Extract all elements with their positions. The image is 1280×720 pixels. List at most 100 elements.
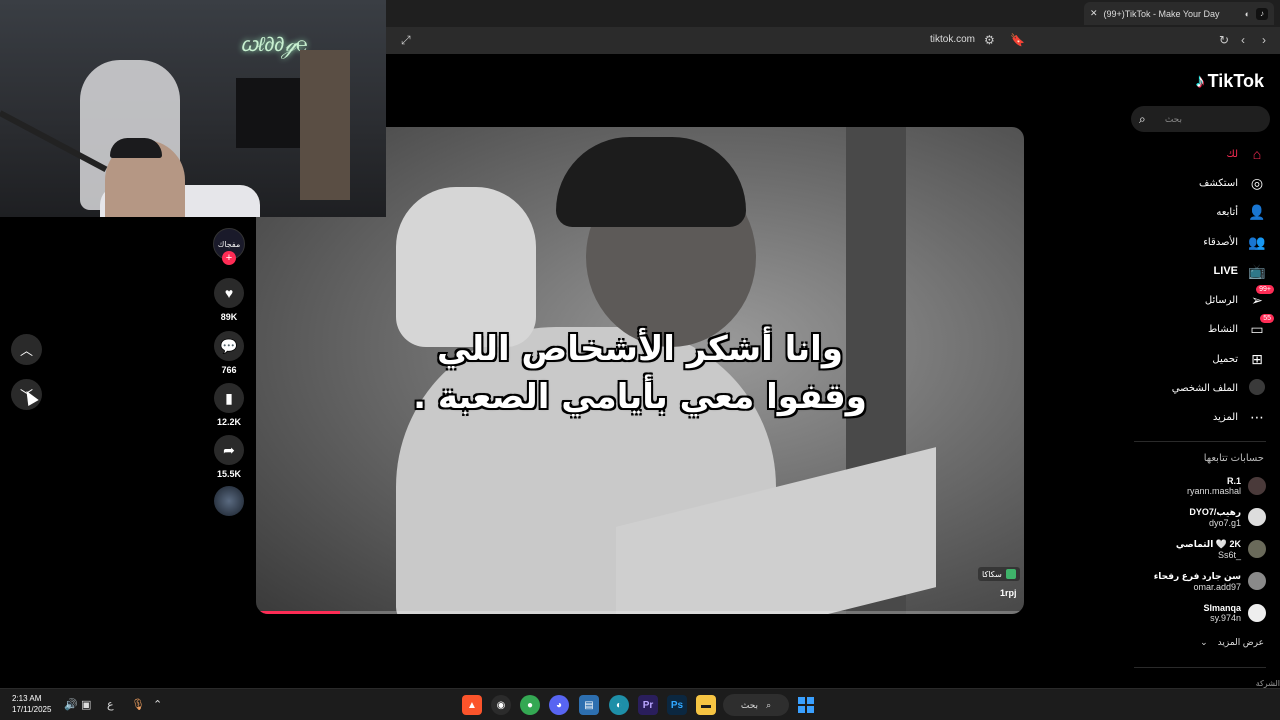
profile-icon — [1248, 378, 1266, 398]
video-progress-fill — [256, 611, 341, 614]
previous-video-button[interactable]: ︿ — [11, 334, 42, 365]
account-avatar — [1248, 604, 1266, 622]
followed-account[interactable]: R.1 ryann.mashal — [1126, 472, 1266, 500]
sidebar-divider — [1134, 667, 1266, 668]
nav-item-more[interactable]: ⋯ المزيد — [1128, 406, 1266, 428]
obs-icon[interactable]: ◉ — [491, 695, 511, 715]
account-name: Slmanqa — [1203, 603, 1241, 613]
tab-title: (99+)TikTok - Make Your Day — [1103, 8, 1220, 19]
video-progress-bar[interactable] — [256, 611, 1024, 614]
taskbar-search-label: بحث — [740, 699, 759, 710]
nav-label: المزيد — [1212, 411, 1238, 423]
nav-label: استكشف — [1199, 177, 1238, 189]
like-action[interactable]: ♥ 89K — [213, 278, 245, 322]
site-settings-icon[interactable]: ⚙ — [984, 33, 995, 47]
followed-account[interactable]: سن جارد فرع رفحاء omar.add97 — [1126, 567, 1266, 595]
nav-item-messages[interactable]: ➢ 99+ الرسائل — [1128, 284, 1274, 311]
nav-label: الملف الشخصي — [1171, 382, 1238, 394]
nav-label: LIVE — [1213, 265, 1238, 277]
chrome-icon[interactable]: ● — [520, 695, 540, 715]
microphone-icon[interactable]: 🎙 — [131, 698, 145, 711]
nav-item-profile[interactable]: الملف الشخصي — [1128, 377, 1266, 399]
tiktok-logo[interactable]: ♪ TikTok — [1196, 71, 1264, 92]
network-icon[interactable]: ▣ — [81, 698, 91, 711]
follow-plus-icon[interactable]: + — [222, 251, 236, 265]
webcam-tv — [236, 78, 308, 148]
nav-item-upload[interactable]: ⊞ تحميل — [1128, 348, 1266, 370]
screen: + ✕ (99+)TikTok - Make Your Day ◐ ♪ ⤢ ti… — [0, 0, 1280, 720]
desktop-app-icon[interactable]: ▤ — [579, 695, 599, 715]
following-section-title: حسابات تتابعها — [1203, 453, 1264, 464]
watermark-label: سكاكا — [982, 569, 1002, 579]
system-clock[interactable]: 2:13 AM 17/11/2025 — [12, 693, 51, 715]
nav-item-activity[interactable]: ▭ 55 النشاط — [1128, 313, 1274, 340]
back-icon[interactable]: ‹ — [1241, 33, 1245, 47]
forward-icon[interactable]: › — [1262, 33, 1266, 47]
comment-action[interactable]: 💬 766 — [213, 331, 245, 375]
discord-icon[interactable]: ◕ — [549, 695, 569, 715]
browser-tab[interactable]: ✕ (99+)TikTok - Make Your Day ◐ ♪ — [1084, 2, 1274, 25]
video-subject-hand — [396, 187, 536, 347]
windows-taskbar: 2:13 AM 17/11/2025 🔊 ▣ ع 🎙 ⌃ ▲ ◉ ● ◕ ▤ ◐… — [0, 688, 1280, 720]
windows-start-icon[interactable] — [798, 697, 814, 713]
input-language[interactable]: ع — [107, 698, 114, 711]
account-name: R.1 — [1226, 476, 1241, 486]
photoshop-icon[interactable]: Ps — [667, 695, 687, 715]
nav-item-for-you[interactable]: ⌂ لك — [1128, 143, 1266, 165]
followed-account[interactable]: 2K 🤍 التماصي _Ss6t — [1126, 535, 1266, 563]
nav-item-explore[interactable]: ◎ استكشف — [1128, 172, 1266, 194]
nav-label: أتابعه — [1216, 206, 1238, 218]
search-input[interactable]: بحث ⌕ — [1131, 106, 1270, 132]
following-icon: 👤 — [1248, 203, 1266, 220]
bookmark-action[interactable]: ▮ 12.2K — [213, 383, 245, 427]
url-text[interactable]: tiktok.com — [930, 34, 975, 45]
account-avatar — [1248, 572, 1266, 590]
brave-browser-icon[interactable]: ▲ — [462, 695, 482, 715]
watermark-logo-icon — [1005, 569, 1016, 579]
music-disc-icon[interactable] — [214, 486, 244, 516]
bookmark-save-icon[interactable]: ▮ — [214, 383, 244, 413]
followed-account[interactable]: Slmanqa sy.974n — [1126, 599, 1266, 627]
chevron-down-icon: ⌄ — [1200, 637, 1208, 647]
activity-badge: 55 — [1260, 313, 1274, 323]
creator-avatar[interactable]: مفجاك + — [213, 228, 245, 265]
comment-count: 766 — [221, 365, 237, 375]
share-icon[interactable]: ➦ — [214, 435, 244, 465]
reload-icon[interactable]: ↻ — [1219, 33, 1229, 47]
clock-date: 17/11/2025 — [12, 705, 52, 714]
edge-icon[interactable]: ◐ — [609, 695, 629, 715]
search-placeholder: بحث — [1164, 113, 1182, 124]
nav-label: النشاط — [1207, 323, 1238, 335]
nav-label: تحميل — [1212, 353, 1238, 365]
nav-item-following[interactable]: 👤 أتابعه — [1128, 201, 1266, 223]
upload-icon: ⊞ — [1251, 350, 1263, 367]
comment-icon[interactable]: 💬 — [214, 331, 244, 361]
clock-time: 2:13 AM — [12, 694, 42, 703]
followed-account[interactable]: رهيب/DYO7 dyo7.g1 — [1126, 503, 1266, 531]
see-more-button[interactable]: عرض المزيد ⌄ — [1200, 637, 1264, 648]
volume-icon[interactable]: 🔊 — [64, 698, 78, 711]
messages-icon: ➢ 99+ — [1248, 284, 1274, 309]
extension-icon[interactable]: ⤢ — [401, 33, 411, 48]
caption-line-2: وقفوا معي بأيامي الصعبة . — [413, 377, 867, 417]
nav-item-live[interactable]: 📺 LIVE — [1128, 260, 1266, 282]
music-disc[interactable] — [213, 486, 245, 516]
activity-icon: ▭ 55 — [1248, 313, 1274, 338]
tab-mute-icon[interactable]: ◐ — [1245, 9, 1250, 19]
sidebar: ♪ TikTok بحث ⌕ ⌂ لك ◎ استكشف 👤 أتابعه 👥 … — [1124, 54, 1280, 688]
search-icon[interactable]: ⌕ — [1139, 112, 1146, 127]
bookmark-icon[interactable]: 🔖 — [1010, 33, 1025, 47]
premiere-icon[interactable]: Pr — [638, 695, 658, 715]
tab-close-icon[interactable]: ✕ — [1090, 8, 1098, 19]
tray-chevron-up-icon[interactable]: ⌃ — [153, 698, 162, 711]
heart-icon[interactable]: ♥ — [214, 278, 244, 308]
account-handle: _Ss6t — [1217, 549, 1241, 560]
file-explorer-icon[interactable]: ▬ — [696, 695, 716, 715]
video-caption: وانا أشكر الأشخاص اللي وقفوا معي بأيامي … — [256, 325, 1024, 421]
account-avatar — [1248, 540, 1266, 558]
taskbar-search[interactable]: ⌕ بحث — [723, 694, 789, 716]
nav-item-friends[interactable]: 👥 الأصدقاء — [1128, 231, 1266, 253]
company-link[interactable]: الشركة — [1256, 679, 1280, 688]
webcam-shelf — [300, 50, 350, 200]
share-action[interactable]: ➦ 15.5K — [213, 435, 245, 479]
